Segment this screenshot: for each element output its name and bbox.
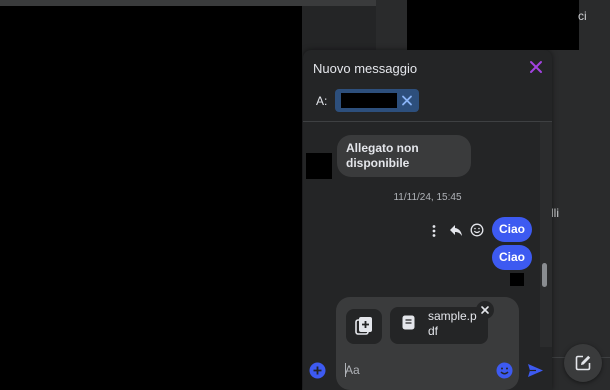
avatar[interactable] [306, 153, 332, 179]
attachment-chip[interactable]: sample.pdf [390, 307, 488, 344]
emoji-button[interactable] [496, 362, 513, 379]
recipient-chip[interactable] [335, 89, 419, 112]
attachment-name: sample.pdf [428, 309, 477, 338]
reply-icon [450, 225, 462, 236]
close-button[interactable] [525, 58, 547, 78]
redacted-area-top-right [407, 0, 579, 50]
new-message-button[interactable] [564, 344, 602, 382]
send-icon [528, 364, 543, 377]
composer: sample.pdf Aa [336, 297, 519, 390]
header-divider [303, 121, 552, 122]
close-icon [530, 61, 542, 73]
outgoing-message[interactable]: Ciao [492, 245, 532, 270]
scrollbar[interactable] [540, 122, 552, 347]
redacted-area-left [0, 6, 302, 390]
incoming-message-text: Allegato non disponibile [346, 141, 419, 170]
reply-button[interactable] [449, 224, 463, 237]
react-button[interactable] [470, 223, 484, 237]
add-file-icon [355, 317, 372, 335]
compose-icon [575, 355, 591, 371]
more-actions-button[interactable] [309, 362, 326, 379]
document-icon [402, 315, 415, 330]
message-input[interactable]: Aa [345, 363, 360, 377]
to-label: A: [316, 94, 328, 108]
remove-attachment-button[interactable] [476, 301, 494, 319]
add-file-button[interactable] [346, 309, 382, 344]
background-text: lli [551, 206, 559, 220]
redacted-recipient [341, 93, 397, 108]
outgoing-message[interactable]: Ciao [492, 217, 532, 242]
emoji-icon [496, 362, 513, 379]
react-icon [470, 223, 484, 237]
message-timestamp: 11/11/24, 15:45 [393, 192, 462, 203]
seen-indicator-avatar [510, 273, 524, 286]
incoming-message[interactable]: Allegato non disponibile [337, 135, 471, 177]
new-message-window: Nuovo messaggio A: Allegato non disponib… [303, 50, 552, 390]
more-icon [432, 225, 436, 237]
more-options-button[interactable] [429, 224, 439, 238]
send-button[interactable] [527, 363, 544, 378]
remove-icon [481, 306, 489, 314]
close-icon [402, 95, 412, 106]
scrollbar-thumb[interactable] [542, 263, 547, 287]
chat-title: Nuovo messaggio [313, 61, 418, 76]
background-text: ci [578, 9, 587, 23]
plus-icon [309, 362, 326, 379]
remove-recipient-button[interactable] [399, 93, 415, 108]
